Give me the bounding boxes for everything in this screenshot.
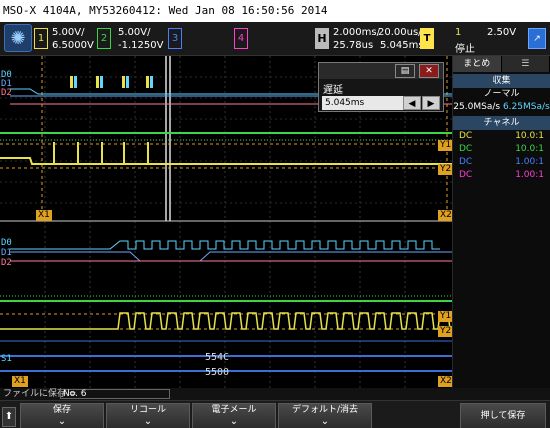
d1-zoom-label: D1	[1, 248, 12, 258]
tab-menu-icon[interactable]: ☰	[501, 56, 550, 72]
y2-zoom-marker[interactable]: Y2	[438, 326, 452, 337]
trigger-source: 1	[455, 27, 462, 38]
zoom-time-per-div: 20.00us/	[378, 27, 422, 38]
delay-right-icon[interactable]: ▶	[422, 96, 440, 110]
s1-label: S1	[1, 354, 12, 364]
ch2-offset: -1.1250V	[118, 40, 164, 51]
sample-rate-zoom: 6.25MSa/s	[502, 102, 550, 112]
zoom-position: 5.045ms	[380, 40, 424, 51]
acq-state: 停止	[455, 44, 475, 55]
y1-marker[interactable]: Y1	[438, 140, 452, 151]
sample-rate: 25.0MSa/s	[453, 102, 501, 112]
save-softkey[interactable]: 保存 ⌄	[20, 403, 104, 428]
trigger-level: 2.50V	[487, 27, 517, 38]
x1-zoom-marker[interactable]: X1	[12, 376, 28, 387]
channel-coupling: DC	[459, 170, 473, 180]
close-icon[interactable]: ✕	[419, 64, 439, 78]
softkey-bar: ⬆ 保存 ⌄ リコール ⌄ 電子メール ⌄ デフォルト/消去 ⌄ 押して保存	[0, 400, 550, 428]
channel-row-3: DC 1.00:1	[453, 156, 550, 169]
bus-value-2: 5500	[205, 367, 230, 378]
tab-summary[interactable]: まとめ	[453, 56, 502, 72]
channel-list: DC 10.0:1 DC 10.0:1 DC 1.00:1 DC 1.00:1	[453, 130, 550, 182]
channel-probe: 10.0:1	[515, 131, 544, 141]
d0-burst	[126, 76, 129, 88]
agilent-logo-icon[interactable]: ✺	[4, 24, 32, 52]
ch1-zoom-trace	[0, 312, 452, 330]
channel-bar: ✺ 1 5.00V/ 6.5000V 2 5.00V/ -1.1250V 3 4…	[0, 22, 550, 56]
d2-label: D2	[1, 88, 12, 98]
ch2-button[interactable]: 2	[97, 28, 111, 49]
y2-marker[interactable]: Y2	[438, 164, 452, 175]
time-per-div: 2.000ms/	[333, 27, 380, 38]
channel-coupling: DC	[459, 144, 473, 154]
channel-row-2: DC 10.0:1	[453, 143, 550, 156]
ch1-scale: 5.00V/	[52, 27, 85, 38]
d0-burst	[146, 76, 149, 88]
ch2-scale: 5.00V/	[118, 27, 151, 38]
save-filename[interactable]: No. 6	[60, 389, 170, 399]
acquire-header: 収集	[453, 74, 550, 88]
info-sidebar: まとめ ☰ 収集 ノーマル 25.0MSa/s 6.25MSa/s チャネル D…	[452, 56, 550, 388]
x2-zoom-marker[interactable]: X2	[438, 376, 452, 387]
channel-probe: 1.00:1	[515, 170, 544, 180]
channel-header: チャネル	[453, 116, 550, 130]
d0-zoom-label: D0	[1, 238, 12, 248]
ch4-button[interactable]: 4	[234, 28, 248, 49]
d1-zoom-trace	[10, 251, 452, 262]
ch1-offset: 6.5000V	[52, 40, 94, 51]
bus-value-1: 554C	[205, 352, 230, 363]
horizontal-button[interactable]: H	[315, 28, 329, 49]
delay-input[interactable]: 5.045ms	[322, 96, 412, 110]
ch1-button[interactable]: 1	[34, 28, 48, 49]
scope-window: MSO-X 4104A, MY53260412: Wed Jan 08 16:5…	[0, 0, 550, 428]
channel-probe: 1.00:1	[515, 157, 544, 167]
horizontal-position: 25.78us	[333, 40, 374, 51]
email-softkey[interactable]: 電子メール ⌄	[192, 403, 276, 428]
x1-marker[interactable]: X1	[36, 210, 52, 221]
d0-burst	[150, 76, 153, 88]
channel-coupling: DC	[459, 157, 473, 167]
trigger-button[interactable]: T	[420, 28, 434, 49]
d0-burst	[122, 76, 125, 88]
save-bar: ファイルに保存 = No. 6	[0, 388, 550, 400]
press-to-save-softkey[interactable]: 押して保存	[460, 403, 546, 428]
channel-row-4: DC 1.00:1	[453, 169, 550, 182]
keypad-icon[interactable]: ▤	[395, 64, 415, 78]
d0-burst	[96, 76, 99, 88]
d0-burst	[100, 76, 103, 88]
delay-dialog[interactable]: ▤ ✕ 遅延 5.045ms ◀ ▶	[318, 62, 444, 112]
back-icon[interactable]: ⬆	[2, 407, 16, 427]
d0-burst	[70, 76, 73, 88]
delay-left-icon[interactable]: ◀	[403, 96, 421, 110]
channel-probe: 10.0:1	[515, 144, 544, 154]
delay-title: 遅延	[323, 85, 343, 96]
trigger-slope-icon[interactable]: ↗	[528, 28, 546, 49]
channel-coupling: DC	[459, 131, 473, 141]
recall-softkey[interactable]: リコール ⌄	[106, 403, 190, 428]
d0-burst	[74, 76, 77, 88]
d2-zoom-label: D2	[1, 258, 12, 268]
channel-row-1: DC 10.0:1	[453, 130, 550, 143]
y1-zoom-marker[interactable]: Y1	[438, 311, 452, 322]
x2-marker[interactable]: X2	[438, 210, 452, 221]
default-erase-softkey[interactable]: デフォルト/消去 ⌄	[278, 403, 372, 428]
window-title: MSO-X 4104A, MY53260412: Wed Jan 08 16:5…	[0, 0, 550, 22]
ch3-button[interactable]: 3	[168, 28, 182, 49]
acquire-mode: ノーマル	[483, 89, 520, 99]
